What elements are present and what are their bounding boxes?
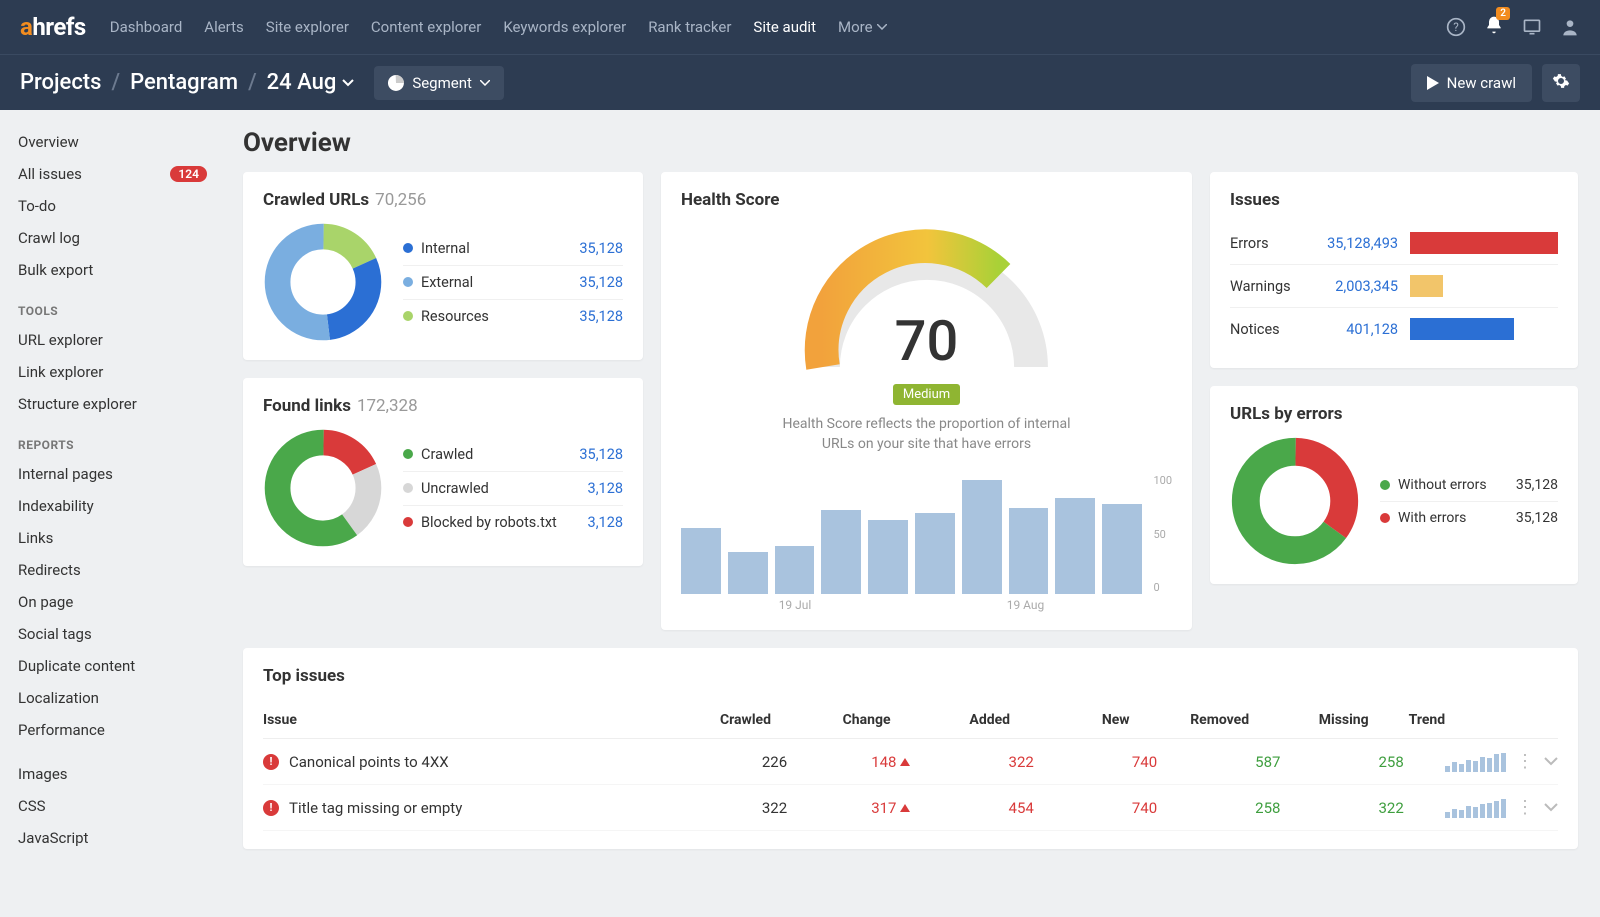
sparkline	[1445, 798, 1506, 818]
sidebar-item-images[interactable]: Images	[0, 758, 225, 790]
crawled-donut-chart	[263, 222, 383, 342]
subbar: Projects / Pentagram / 24 Aug Segment Ne…	[0, 54, 1600, 110]
table-row[interactable]: !Canonical points to 4XX 226 148 322 740…	[263, 739, 1558, 785]
top-icons: ? 2	[1446, 15, 1580, 39]
logo[interactable]: ahrefs	[20, 13, 86, 41]
gear-icon	[1552, 72, 1570, 90]
card-found-links: Found links172,328 Crawled35,128 Uncrawl…	[243, 378, 643, 566]
sidebar-item-javascript[interactable]: JavaScript	[0, 822, 225, 854]
health-badge: Medium	[893, 384, 960, 405]
row-menu-button[interactable]: ⋮	[1516, 797, 1534, 818]
card-health-score: Health Score 70 Medium Health Score refl…	[661, 172, 1192, 630]
issue-row-notices[interactable]: Notices401,128	[1230, 308, 1558, 350]
segment-button[interactable]: Segment	[374, 66, 504, 100]
nav-dashboard[interactable]: Dashboard	[110, 18, 183, 36]
nav-site-explorer[interactable]: Site explorer	[266, 18, 349, 36]
new-crawl-button[interactable]: New crawl	[1411, 64, 1532, 102]
error-icon: !	[263, 754, 279, 770]
health-history-chart: 100500	[681, 474, 1172, 594]
sidebar-item-css[interactable]: CSS	[0, 790, 225, 822]
nav-items: Dashboard Alerts Site explorer Content e…	[110, 18, 1446, 36]
card-top-issues: Top issues Issue Crawled Change Added Ne…	[243, 648, 1578, 849]
sidebar-item-url-explorer[interactable]: URL explorer	[0, 324, 225, 356]
screen-icon[interactable]	[1522, 17, 1542, 37]
pie-icon	[388, 75, 404, 91]
legend-item[interactable]: Resources35,128	[403, 300, 623, 333]
sidebar-heading-reports: REPORTS	[0, 420, 225, 458]
sidebar-item-structure-explorer[interactable]: Structure explorer	[0, 388, 225, 420]
bc-date-picker[interactable]: 24 Aug	[267, 70, 355, 95]
error-icon: !	[263, 800, 279, 816]
nav-more[interactable]: More	[838, 18, 887, 36]
nav-rank-tracker[interactable]: Rank tracker	[648, 18, 731, 36]
sidebar-item-link-explorer[interactable]: Link explorer	[0, 356, 225, 388]
sidebar-item-bulk-export[interactable]: Bulk export	[0, 254, 225, 286]
card-issues: Issues Errors35,128,493 Warnings2,003,34…	[1210, 172, 1578, 368]
sidebar-item-crawl-log[interactable]: Crawl log	[0, 222, 225, 254]
table-header: Issue Crawled Change Added New Removed M…	[263, 698, 1558, 739]
row-menu-button[interactable]: ⋮	[1516, 751, 1534, 772]
chevron-down-icon[interactable]	[1544, 803, 1558, 813]
sidebar-item-todo[interactable]: To-do	[0, 190, 225, 222]
nav-site-audit[interactable]: Site audit	[753, 18, 816, 36]
sidebar-item-localization[interactable]: Localization	[0, 682, 225, 714]
sidebar-item-duplicate-content[interactable]: Duplicate content	[0, 650, 225, 682]
svg-text:?: ?	[1453, 20, 1459, 34]
legend-item[interactable]: With errors35,128	[1380, 502, 1558, 534]
sidebar-item-links[interactable]: Links	[0, 522, 225, 554]
sidebar-item-all-issues[interactable]: All issues124	[0, 158, 225, 190]
notifications-button[interactable]: 2	[1484, 15, 1504, 39]
user-icon[interactable]	[1560, 17, 1580, 37]
bc-projects[interactable]: Projects	[20, 70, 101, 95]
card-crawled-urls: Crawled URLs70,256 Internal35,128 Extern…	[243, 172, 643, 360]
up-arrow-icon	[900, 758, 910, 766]
notification-badge: 2	[1496, 7, 1510, 20]
nav-alerts[interactable]: Alerts	[204, 18, 244, 36]
breadcrumb: Projects / Pentagram / 24 Aug	[20, 70, 354, 95]
nav-content-explorer[interactable]: Content explorer	[371, 18, 481, 36]
issues-badge: 124	[170, 166, 207, 182]
sidebar-item-indexability[interactable]: Indexability	[0, 490, 225, 522]
bc-sep: /	[111, 70, 120, 95]
card-urls-by-errors: URLs by errors Without errors35,128 With…	[1210, 386, 1578, 584]
up-arrow-icon	[900, 804, 910, 812]
chevron-down-icon	[877, 24, 887, 30]
play-icon	[1427, 76, 1439, 90]
sparkline	[1445, 752, 1506, 772]
legend-item[interactable]: External35,128	[403, 266, 623, 300]
chevron-down-icon	[480, 80, 490, 86]
chevron-down-icon[interactable]	[1544, 757, 1558, 767]
legend-item[interactable]: Uncrawled3,128	[403, 472, 623, 506]
health-description: Health Score reflects the proportion of …	[767, 415, 1087, 454]
nav-keywords-explorer[interactable]: Keywords explorer	[503, 18, 626, 36]
sidebar-item-performance[interactable]: Performance	[0, 714, 225, 746]
legend-item[interactable]: Blocked by robots.txt3,128	[403, 506, 623, 539]
issue-row-warnings[interactable]: Warnings2,003,345	[1230, 265, 1558, 308]
table-row[interactable]: !Title tag missing or empty 322 317 454 …	[263, 785, 1558, 831]
page-title: Overview	[243, 128, 1578, 158]
sidebar-item-overview[interactable]: Overview	[0, 126, 225, 158]
legend-item[interactable]: Crawled35,128	[403, 438, 623, 472]
found-donut-chart	[263, 428, 383, 548]
chevron-down-icon	[342, 79, 354, 87]
sidebar: Overview All issues124 To-do Crawl log B…	[0, 110, 225, 879]
legend-item[interactable]: Without errors35,128	[1380, 469, 1558, 502]
urls-errors-donut-chart	[1230, 436, 1360, 566]
help-icon[interactable]: ?	[1446, 17, 1466, 37]
legend-item[interactable]: Internal35,128	[403, 232, 623, 266]
health-score-value: 70	[797, 308, 1057, 374]
sidebar-item-on-page[interactable]: On page	[0, 586, 225, 618]
sidebar-heading-tools: TOOLS	[0, 286, 225, 324]
sidebar-item-redirects[interactable]: Redirects	[0, 554, 225, 586]
topbar: ahrefs Dashboard Alerts Site explorer Co…	[0, 0, 1600, 54]
sidebar-item-social-tags[interactable]: Social tags	[0, 618, 225, 650]
bc-project-name[interactable]: Pentagram	[130, 70, 238, 95]
settings-button[interactable]	[1542, 64, 1580, 102]
health-gauge: 70	[797, 222, 1057, 382]
issue-row-errors[interactable]: Errors35,128,493	[1230, 222, 1558, 265]
sidebar-item-internal-pages[interactable]: Internal pages	[0, 458, 225, 490]
main-content: Overview Crawled URLs70,256 Internal35,1…	[225, 110, 1600, 879]
bc-sep: /	[248, 70, 257, 95]
